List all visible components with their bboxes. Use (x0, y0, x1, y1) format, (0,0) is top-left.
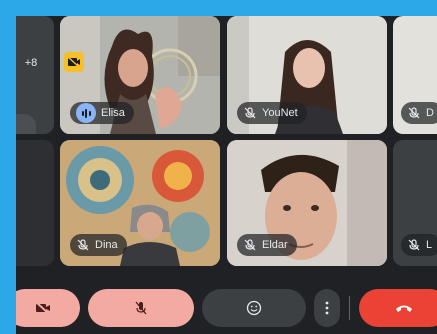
participant-name: Dina (95, 239, 118, 251)
participant-tile-eldar[interactable]: Eldar (227, 140, 387, 266)
person-silhouette (16, 114, 36, 134)
nameplate-dina: Dina (70, 234, 127, 256)
participant-tile-dina[interactable]: Dina (60, 140, 220, 266)
camera-off-icon (35, 301, 50, 315)
participant-tile-left-bottom (16, 140, 54, 266)
participant-tile-d[interactable]: D (393, 16, 437, 134)
mic-off-icon (77, 239, 89, 251)
participant-tile-elisa[interactable]: Elisa (60, 16, 220, 134)
mic-off-icon (408, 107, 420, 119)
mic-toggle-button[interactable] (88, 289, 194, 327)
leave-call-button[interactable] (359, 289, 437, 327)
nameplate-l: L (401, 234, 437, 256)
divider (349, 296, 350, 320)
nameplate-younet: YouNet (237, 102, 307, 124)
mic-off-icon (244, 239, 256, 251)
camera-off-badge (64, 52, 84, 72)
participant-tile-l[interactable]: L (393, 140, 437, 266)
camera-off-icon (67, 56, 80, 68)
speaking-indicator-icon (76, 103, 96, 123)
mic-off-icon (135, 301, 147, 315)
participant-name: L (426, 239, 433, 251)
reactions-button[interactable] (202, 289, 306, 327)
meeting-window: +8 Elisa YouNet D Dina Eldar L (16, 16, 437, 334)
more-options-button[interactable] (314, 289, 340, 327)
participant-name: YouNet (262, 107, 298, 119)
end-call-icon (396, 305, 412, 312)
participant-tile-younet[interactable]: YouNet (227, 16, 387, 134)
participant-name: Eldar (262, 239, 288, 251)
camera-toggle-button[interactable] (16, 289, 80, 327)
mic-off-icon (244, 107, 256, 119)
participant-name: D (426, 107, 434, 119)
nameplate-eldar: Eldar (237, 234, 297, 256)
mic-off-icon (408, 239, 420, 251)
participant-name: Elisa (101, 107, 125, 119)
more-participants-button[interactable]: +8 (16, 39, 46, 87)
more-vertical-icon (325, 301, 329, 315)
nameplate-elisa: Elisa (70, 102, 134, 124)
emoji-icon (246, 300, 262, 316)
nameplate-d: D (401, 102, 437, 124)
